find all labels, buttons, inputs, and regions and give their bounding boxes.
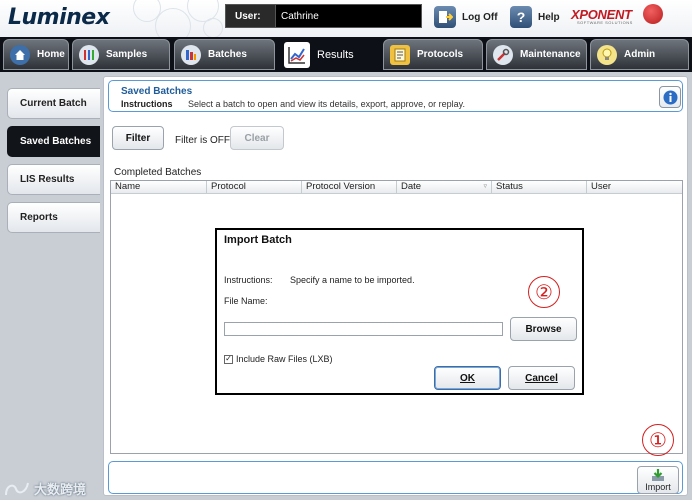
tab-samples[interactable]: Samples	[72, 39, 170, 70]
help-button[interactable]: ? Help	[510, 5, 560, 29]
left-sidebar: Current Batch Saved Batches LIS Results …	[0, 72, 103, 500]
decorative-bubbles	[125, 0, 225, 44]
import-batch-dialog: Import Batch Instructions: Specify a nam…	[215, 228, 584, 395]
watermark-logo-icon	[5, 482, 29, 495]
xponent-subtitle: SOFTWARE SOLUTIONS	[577, 20, 633, 25]
sidebar-item-current-batch[interactable]: Current Batch	[7, 88, 100, 119]
help-icon: ?	[510, 6, 532, 28]
filter-status-text: Filter is OFF	[175, 135, 230, 146]
samples-icon	[79, 44, 99, 65]
tab-protocols-label: Protocols	[417, 49, 464, 60]
completed-batches-label: Completed Batches	[114, 167, 202, 178]
table-header: Name Protocol Protocol Version Date ▿ St…	[111, 181, 682, 194]
browse-button[interactable]: Browse	[510, 317, 577, 341]
import-icon	[652, 469, 664, 481]
column-header-protocol-version[interactable]: Protocol Version	[302, 181, 397, 193]
file-name-label: File Name:	[224, 296, 268, 306]
dialog-instructions-text: Specify a name to be imported.	[290, 275, 415, 285]
page-header: Saved Batches Instructions Select a batc…	[108, 80, 683, 112]
include-raw-files-checkbox[interactable]: ✓ Include Raw Files (LXB)	[224, 354, 333, 364]
file-name-input[interactable]	[224, 322, 503, 336]
clear-button[interactable]: Clear	[230, 126, 284, 150]
logoff-icon	[434, 6, 456, 28]
tab-admin-label: Admin	[624, 49, 656, 60]
status-indicator-icon	[643, 4, 663, 24]
instructions-text: Select a batch to open and view its deta…	[188, 99, 465, 109]
ok-label: OK	[460, 372, 475, 384]
sidebar-item-saved-batches[interactable]: Saved Batches	[7, 126, 100, 157]
dialog-instructions-label: Instructions:	[224, 275, 273, 285]
include-raw-files-label: Include Raw Files (LXB)	[236, 354, 333, 364]
annotation-marker-1: ①	[642, 424, 674, 456]
dialog-title: Import Batch	[224, 234, 292, 246]
tab-batches[interactable]: Batches	[174, 39, 275, 70]
tab-home[interactable]: Home	[3, 39, 69, 70]
sidebar-item-lis-results[interactable]: LIS Results	[7, 164, 100, 195]
column-header-protocol[interactable]: Protocol	[207, 181, 302, 193]
info-icon	[663, 90, 677, 104]
sort-indicator-icon: ▿	[483, 183, 487, 190]
watermark: 大数跨境	[4, 479, 86, 498]
tab-maintenance-label: Maintenance	[520, 49, 581, 60]
column-header-name[interactable]: Name	[111, 181, 207, 193]
info-button[interactable]	[659, 86, 681, 108]
tab-home-label: Home	[37, 49, 65, 60]
cancel-button[interactable]: Cancel	[508, 366, 575, 390]
results-chart-icon	[284, 41, 310, 68]
help-label: Help	[538, 11, 560, 23]
admin-icon	[597, 44, 617, 65]
import-button[interactable]: Import	[637, 466, 679, 494]
tab-results[interactable]: Results	[278, 37, 380, 72]
batches-icon	[181, 44, 201, 65]
watermark-text: 大数跨境	[34, 482, 87, 497]
logoff-label: Log Off	[462, 11, 498, 23]
ok-button[interactable]: OK	[434, 366, 501, 390]
user-name-display: Cathrine	[275, 4, 422, 28]
tab-batches-label: Batches	[208, 49, 247, 60]
action-footer: Import	[108, 461, 683, 494]
tab-protocols[interactable]: Protocols	[383, 39, 483, 70]
protocols-icon	[390, 44, 410, 65]
maintenance-icon	[493, 44, 513, 65]
logoff-button[interactable]: Log Off	[434, 5, 498, 29]
column-header-user[interactable]: User	[587, 181, 682, 193]
column-header-date-label: Date	[401, 181, 422, 192]
filter-button[interactable]: Filter	[112, 126, 164, 150]
page-title: Saved Batches	[121, 86, 193, 97]
tab-results-label: Results	[317, 48, 354, 61]
tab-maintenance[interactable]: Maintenance	[486, 39, 587, 70]
house-icon	[10, 44, 30, 65]
user-label: User:	[225, 4, 275, 28]
import-label: Import	[645, 482, 671, 492]
tab-samples-label: Samples	[106, 49, 148, 60]
tab-admin[interactable]: Admin	[590, 39, 689, 70]
main-navigation: Home Samples Batches Results Protocols M…	[0, 37, 692, 72]
cancel-label: Cancel	[525, 372, 558, 384]
luminex-logo: Luminex	[8, 5, 110, 30]
checkbox-checked-icon: ✓	[224, 354, 233, 364]
instructions-label: Instructions	[121, 99, 173, 109]
top-bar: Luminex User: Cathrine Log Off ? Help XP…	[0, 0, 692, 44]
column-header-date[interactable]: Date ▿	[397, 181, 492, 193]
annotation-marker-2: ②	[528, 276, 560, 308]
sidebar-item-reports[interactable]: Reports	[7, 202, 100, 233]
column-header-status[interactable]: Status	[492, 181, 587, 193]
